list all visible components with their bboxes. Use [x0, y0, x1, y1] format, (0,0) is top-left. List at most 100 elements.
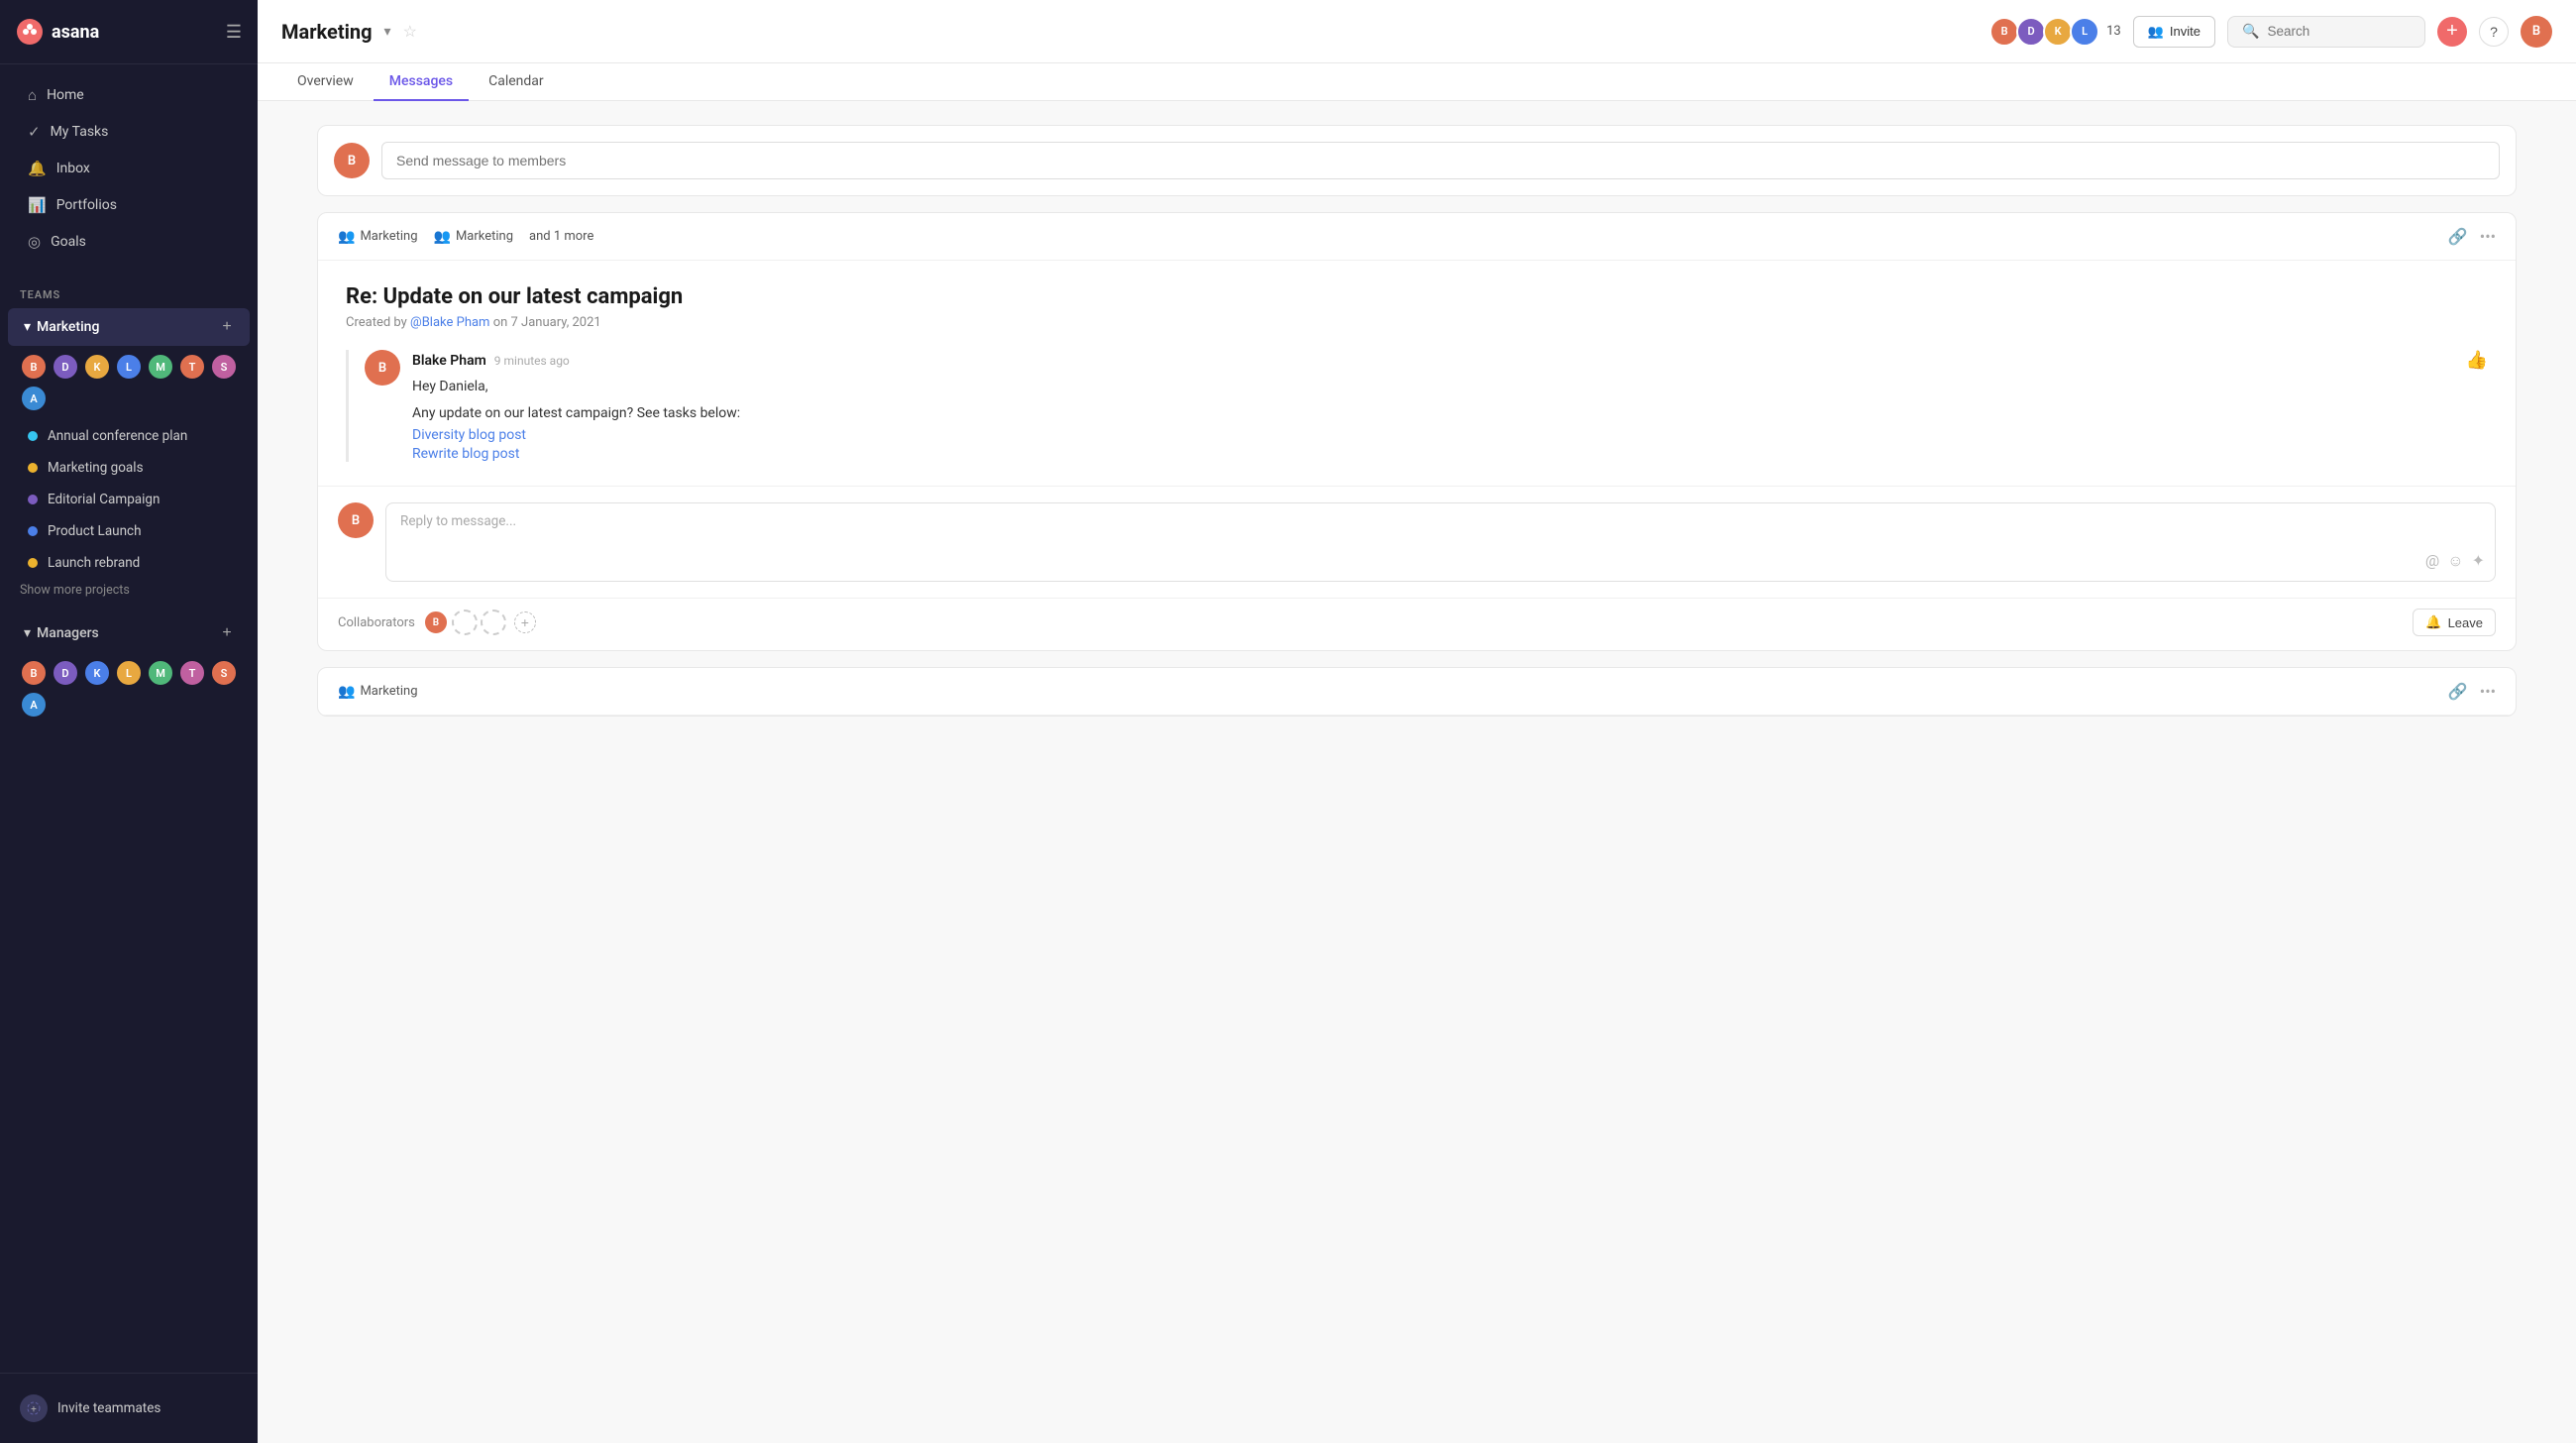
member-count: 13 [2106, 24, 2121, 39]
team-tag-2: 👥 Marketing [434, 229, 514, 245]
message-body: Re: Update on our latest campaign Create… [318, 261, 2516, 486]
sidebar-toggle-icon[interactable]: ☰ [226, 22, 242, 43]
project-label: Product Launch [48, 523, 142, 539]
like-icon[interactable]: 👍 [2466, 350, 2488, 371]
sidebar-item-product-launch[interactable]: Product Launch [8, 516, 250, 546]
sidebar-bottom: + Invite teammates [0, 1373, 258, 1443]
avatar: M [147, 353, 174, 381]
show-more-projects[interactable]: Show more projects [0, 579, 258, 606]
link-icon-2[interactable]: 🔗 [2448, 682, 2468, 701]
star-icon[interactable]: ✦ [2472, 551, 2485, 571]
check-icon: ✓ [28, 123, 41, 141]
sidebar-item-editorial-campaign[interactable]: Editorial Campaign [8, 485, 250, 514]
people-icon-3: 👥 [338, 684, 355, 700]
add-collaborator-button[interactable]: + [514, 611, 536, 633]
sidebar-item-goals[interactable]: ◎ Goals [8, 224, 250, 260]
leave-bell-icon: 🔔 [2425, 614, 2441, 630]
avatar: A [20, 385, 48, 412]
avatar: M [147, 659, 174, 687]
thread-content: Blake Pham 9 minutes ago 👍 Hey Daniela, … [412, 350, 2488, 462]
chart-icon: 📊 [28, 196, 47, 214]
message-card-2: 👥 Marketing 🔗 ••• [317, 667, 2517, 717]
more-options-icon[interactable]: ••• [2480, 227, 2496, 246]
reply-placeholder: Reply to message... [400, 513, 2481, 529]
invite-teammates-button[interactable]: + Invite teammates [8, 1386, 250, 1431]
invite-button[interactable]: 👥 Invite [2133, 16, 2215, 48]
sidebar-item-inbox[interactable]: 🔔 Inbox [8, 151, 250, 186]
member-avatar: K [2043, 17, 2073, 47]
avatar: L [115, 659, 143, 687]
avatar: S [210, 659, 238, 687]
thread-author-avatar: B [365, 350, 400, 386]
sidebar-item-marketing-goals[interactable]: Marketing goals [8, 453, 250, 483]
compose-input[interactable] [381, 142, 2500, 179]
members-row[interactable]: B D K L 13 [1989, 17, 2121, 47]
title-star-icon[interactable]: ☆ [403, 22, 417, 41]
message-title: Re: Update on our latest campaign [346, 284, 2488, 309]
member-avatar: L [2070, 17, 2099, 47]
marketing-team-header[interactable]: ▾ Marketing + [8, 308, 250, 346]
sidebar-item-home[interactable]: ⌂ Home [8, 77, 250, 113]
marketing-team-label-group: ▾ Marketing [24, 319, 99, 335]
title-dropdown-icon[interactable]: ▾ [384, 24, 391, 40]
message-card-2-actions: 🔗 ••• [2448, 682, 2496, 701]
marketing-team-add-button[interactable]: + [216, 316, 238, 338]
tabs-bar: Overview Messages Calendar [258, 63, 2576, 101]
collaborators-row: Collaborators B + 🔔 Leave [318, 598, 2516, 650]
sidebar: asana ☰ ⌂ Home ✓ My Tasks 🔔 Inbox 📊 Port… [0, 0, 258, 1443]
avatar: B [20, 353, 48, 381]
sidebar-item-annual-conference[interactable]: Annual conference plan [8, 421, 250, 451]
thread-author-info: Blake Pham 9 minutes ago [412, 353, 570, 369]
search-input[interactable] [2267, 24, 2411, 39]
leave-button-label: Leave [2448, 615, 2483, 630]
thread-header: Blake Pham 9 minutes ago 👍 [412, 350, 2488, 371]
sidebar-item-portfolios[interactable]: 📊 Portfolios [8, 187, 250, 223]
tab-messages[interactable]: Messages [374, 63, 469, 101]
avatar: K [83, 659, 111, 687]
team-tag-3: 👥 Marketing [338, 684, 418, 700]
thread-link-1[interactable]: Diversity blog post [412, 427, 2488, 443]
user-avatar[interactable]: B [2521, 16, 2552, 48]
nav-items: ⌂ Home ✓ My Tasks 🔔 Inbox 📊 Portfolios ◎… [0, 64, 258, 273]
marketing-team-avatars: B D K L M T S A [0, 347, 258, 420]
team-tag-1: 👥 Marketing [338, 229, 418, 245]
collab-avatar: B [423, 610, 449, 635]
add-button[interactable]: + [2437, 17, 2467, 47]
marketing-team-name: Marketing [37, 319, 99, 335]
thread-message: B Blake Pham 9 minutes ago 👍 Hey Daniela… [365, 350, 2488, 462]
link-icon[interactable]: 🔗 [2448, 227, 2468, 246]
tab-overview[interactable]: Overview [281, 63, 370, 101]
reply-input-wrap[interactable]: Reply to message... @ ☺ ✦ [385, 502, 2496, 582]
leave-button[interactable]: 🔔 Leave [2413, 609, 2496, 636]
help-button[interactable]: ? [2479, 17, 2509, 47]
more-options-icon-2[interactable]: ••• [2480, 682, 2496, 701]
message-meta: Created by @Blake Pham on 7 January, 202… [346, 315, 2488, 330]
collaborators-label: Collaborators [338, 615, 415, 630]
message-card: 👥 Marketing 👥 Marketing and 1 more 🔗 •••… [317, 212, 2517, 651]
author-mention[interactable]: @Blake Pham [410, 315, 493, 330]
tab-calendar[interactable]: Calendar [473, 63, 560, 101]
message-header-tags: 👥 Marketing 👥 Marketing and 1 more [338, 229, 593, 245]
emoji-icon[interactable]: ☺ [2447, 551, 2463, 571]
project-label: Launch rebrand [48, 555, 140, 571]
invite-teammates-label: Invite teammates [57, 1400, 161, 1416]
avatar: A [20, 691, 48, 719]
compose-box: B [317, 125, 2517, 196]
at-icon[interactable]: @ [2425, 551, 2439, 571]
avatar: B [20, 659, 48, 687]
thread-link-2[interactable]: Rewrite blog post [412, 446, 2488, 462]
sidebar-item-launch-rebrand[interactable]: Launch rebrand [8, 548, 250, 578]
thread-body: Any update on our latest campaign? See t… [412, 403, 2488, 424]
sidebar-header: asana ☰ [0, 0, 258, 64]
avatar: L [115, 353, 143, 381]
collab-avatar-dashed-1 [452, 610, 478, 635]
managers-section: ▾ Managers + B D K L M T S A [0, 613, 258, 726]
team-tag-label-3: Marketing [360, 684, 417, 699]
managers-team-header[interactable]: ▾ Managers + [8, 614, 250, 652]
search-bar[interactable]: 🔍 [2227, 16, 2425, 48]
managers-team-add-button[interactable]: + [216, 622, 238, 644]
team-tag-more: and 1 more [529, 229, 593, 244]
project-label: Editorial Campaign [48, 492, 160, 507]
logo[interactable]: asana [16, 18, 99, 46]
sidebar-item-my-tasks[interactable]: ✓ My Tasks [8, 114, 250, 150]
